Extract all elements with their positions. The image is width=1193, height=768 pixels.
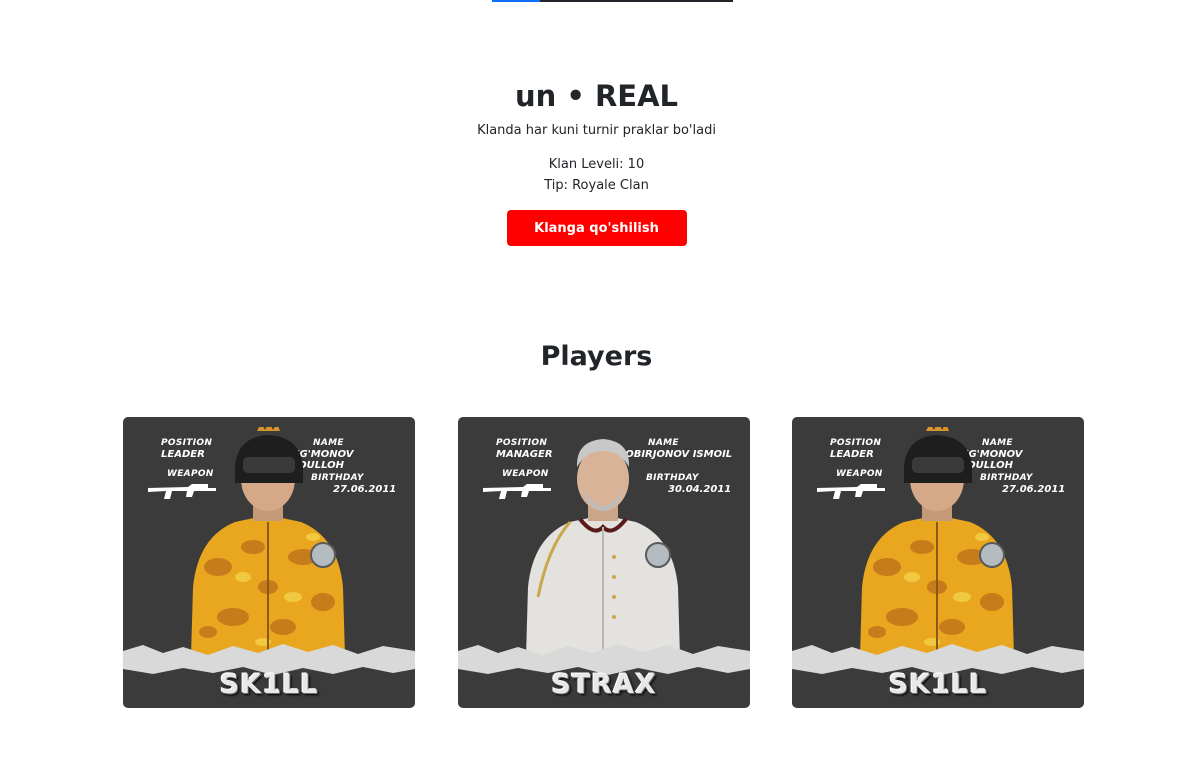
clan-hero: un • REAL Klanda har kuni turnir praklar… bbox=[0, 76, 1193, 246]
player-card[interactable]: POSITION LEADER WEAPON NAME NUG'MONOV AB… bbox=[123, 417, 415, 708]
clan-level: Klan Leveli: 10 bbox=[548, 157, 645, 172]
player-card[interactable]: POSITION LEADER WEAPON NAME NUG'MONOV AB… bbox=[792, 417, 1084, 708]
player-nickname: SK1LL bbox=[219, 669, 319, 700]
player-nickname: SK1LL bbox=[888, 669, 988, 700]
scroll-progress-bar bbox=[492, 0, 733, 2]
scroll-progress-fill bbox=[492, 0, 541, 2]
player-nickname: STRAX bbox=[551, 669, 657, 700]
join-clan-button[interactable]: Klanga qo'shilish bbox=[506, 210, 687, 246]
clan-type: Tip: Royale Clan bbox=[544, 178, 649, 193]
clan-title: un • REAL bbox=[514, 79, 679, 113]
character-avatar bbox=[526, 439, 680, 657]
player-card[interactable]: POSITION MANAGER WEAPON NAME SOBIRJONOV … bbox=[458, 417, 750, 708]
character-avatar bbox=[860, 427, 1014, 657]
players-heading: Players bbox=[540, 341, 653, 372]
clan-description: Klanda har kuni turnir praklar bo'ladi bbox=[477, 123, 716, 138]
clan-meta: Klan Leveli: 10 Tip: Royale Clan bbox=[0, 154, 1193, 196]
character-avatar bbox=[191, 427, 345, 657]
